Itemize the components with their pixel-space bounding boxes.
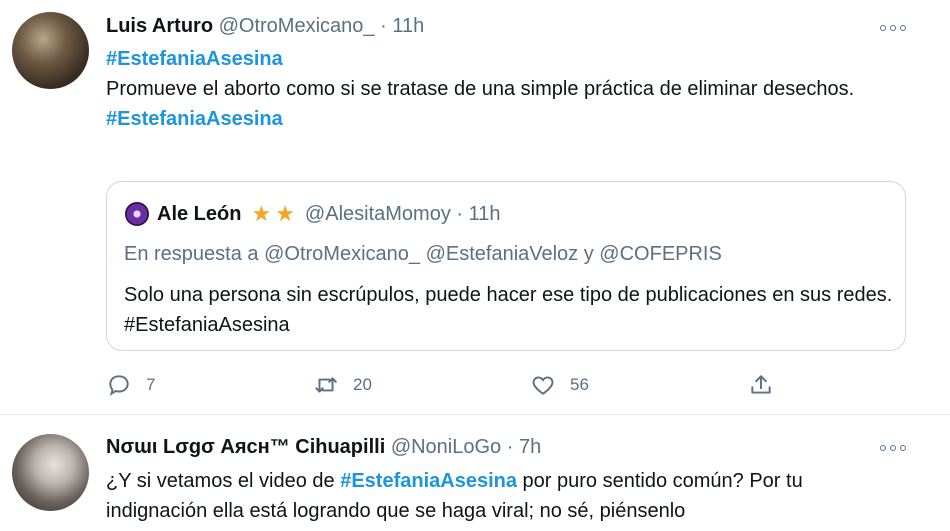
hashtag-link[interactable]: #EstefaniaAsesina bbox=[340, 470, 517, 492]
retweet-icon bbox=[315, 377, 337, 393]
more-options-icon[interactable] bbox=[880, 442, 906, 454]
comment-icon bbox=[109, 375, 129, 396]
tweet-text: #EstefaniaAsesina Promueve el aborto com… bbox=[106, 44, 906, 134]
user-handle[interactable]: @OtroMexicano_ bbox=[219, 15, 375, 37]
quoted-text: Solo una persona sin escrúpulos, puede h… bbox=[124, 284, 893, 336]
tweet-body-start: ¿Y si vetamos el video de bbox=[106, 470, 341, 492]
action-bar: 7 20 56 bbox=[106, 368, 806, 402]
quoted-display-name[interactable]: Ale León bbox=[157, 202, 241, 226]
separator-dot: · bbox=[456, 203, 464, 225]
star-emoji-icon: ★ bbox=[251, 201, 272, 226]
timestamp[interactable]: 11h bbox=[392, 15, 424, 37]
display-name[interactable]: Luis Arturo bbox=[106, 15, 213, 37]
tweet-1[interactable]: Luis Arturo @OtroMexicano_ · 11h #Estefa… bbox=[0, 0, 950, 415]
user-handle[interactable]: @NoniLoGo bbox=[391, 436, 501, 458]
tweet-header: Luis Arturo @OtroMexicano_ · 11h bbox=[106, 14, 424, 38]
avatar[interactable] bbox=[12, 12, 89, 89]
quoted-tweet[interactable]: Ale León ★ ★ @AlesitaMomoy · 11h En resp… bbox=[106, 181, 906, 351]
heart-icon bbox=[532, 376, 554, 395]
reply-count: 7 bbox=[146, 375, 156, 394]
reply-context: En respuesta a @OtroMexicano_ @Estefania… bbox=[124, 243, 722, 265]
share-icon bbox=[751, 375, 771, 394]
star-emoji-icon: ★ bbox=[275, 201, 295, 226]
more-options-icon[interactable] bbox=[880, 22, 906, 34]
quoted-timestamp[interactable]: 11h bbox=[469, 203, 501, 225]
tweet-text: ¿Y si vetamos el video de #EstefaniaAses… bbox=[106, 466, 906, 526]
timestamp[interactable]: 7h bbox=[519, 436, 541, 458]
hashtag-link[interactable]: #EstefaniaAsesina bbox=[106, 48, 283, 70]
retweet-button[interactable]: 20 bbox=[313, 368, 372, 402]
tweet-header: Nσɯι Lσgσ Aяcн™ Cihuapilli @NoniLoGo · 7… bbox=[106, 435, 541, 459]
avatar[interactable] bbox=[12, 434, 89, 511]
hashtag-link[interactable]: #EstefaniaAsesina bbox=[106, 108, 283, 130]
display-name[interactable]: Nσɯι Lσgσ Aяcн™ Cihuapilli bbox=[106, 436, 385, 458]
quoted-avatar[interactable] bbox=[125, 202, 149, 226]
quoted-handle[interactable]: @AlesitaMomoy bbox=[305, 203, 451, 225]
tweet-body: Promueve el aborto como si se tratase de… bbox=[106, 78, 855, 100]
share-button[interactable] bbox=[748, 368, 788, 402]
retweet-count: 20 bbox=[353, 375, 372, 394]
separator-dot: · bbox=[506, 436, 514, 458]
like-count: 56 bbox=[570, 375, 589, 394]
like-button[interactable]: 56 bbox=[530, 368, 589, 402]
reply-button[interactable]: 7 bbox=[106, 368, 155, 402]
separator-dot: · bbox=[380, 15, 387, 37]
quoted-header: Ale León ★ ★ @AlesitaMomoy · 11h bbox=[157, 202, 501, 226]
